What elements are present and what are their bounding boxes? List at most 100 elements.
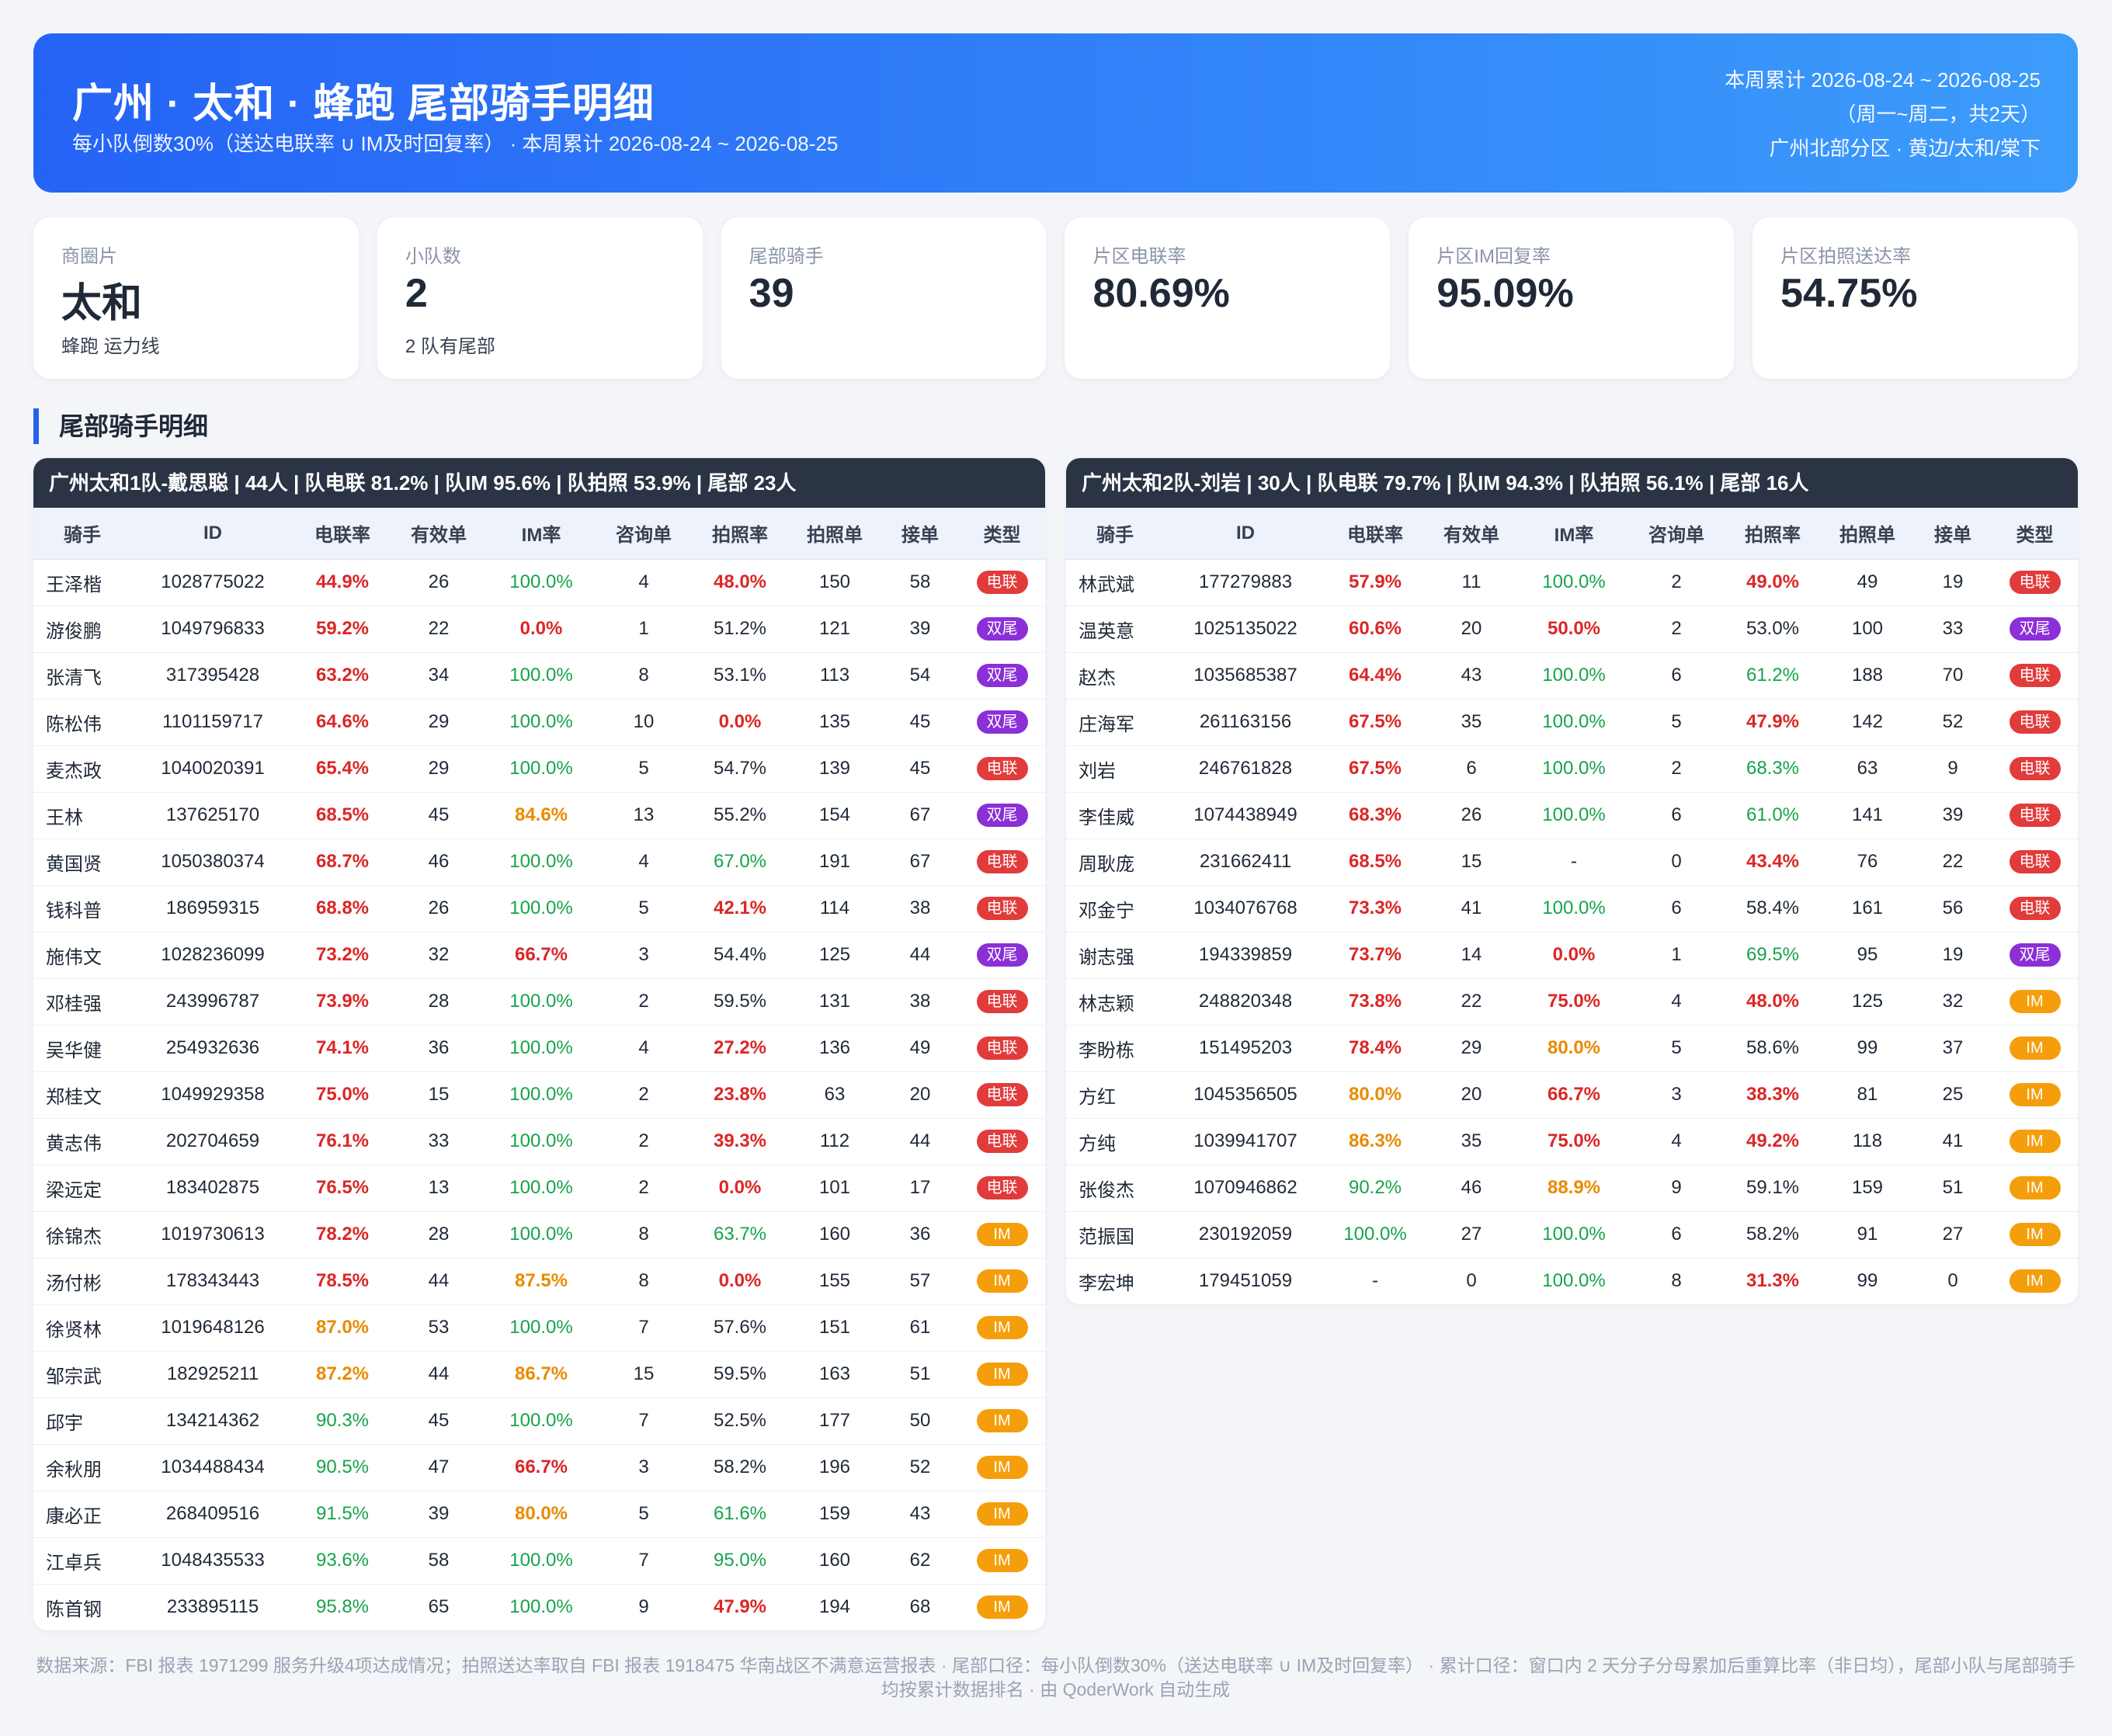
- cell-consult-orders: 2: [596, 1165, 692, 1212]
- cell-im-rate: 100.0%: [1520, 1211, 1628, 1259]
- cell-im-rate: 86.7%: [487, 1351, 596, 1398]
- page-subtitle: 每小队倒数30%（送达电联率 ∪ IM及时回复率） · 本周累计 2026-08…: [72, 132, 839, 155]
- cell-consult-orders: 6: [1628, 1211, 1725, 1259]
- type-cell: 电联: [1992, 885, 2078, 932]
- rider-name: 黄志伟: [33, 1118, 131, 1165]
- cell-photo-orders: 141: [1821, 792, 1914, 839]
- cell-photo-orders: 159: [1821, 1165, 1914, 1212]
- cell-photo-orders: 49: [1821, 559, 1914, 606]
- cell-id: 179451059: [1198, 1270, 1293, 1292]
- cell-consult-orders: 4: [596, 559, 692, 606]
- rider-name: 王泽楷: [33, 559, 131, 606]
- table-row: 周耿庞 231662411 68.5% 15-0 43.4% 76 22 电联: [1066, 838, 2078, 886]
- cell-im-rate: 100.0%: [487, 1397, 596, 1445]
- cell-accepted-orders: 45: [881, 745, 959, 793]
- cell-im-rate: 100.0%: [487, 1211, 596, 1259]
- cell-photo-orders: 81: [1821, 1071, 1914, 1119]
- cell-photo-orders: 139: [788, 745, 881, 793]
- type-cell: IM: [959, 1397, 1045, 1445]
- column-header: IM率: [487, 508, 596, 560]
- cell-photo-rate: 61.2%: [1725, 652, 1821, 700]
- type-cell: 电联: [1992, 559, 2078, 606]
- table-row: 谢志强 194339859 73.7% 14 0.0% 1 69.5% 95 19 双尾: [1066, 932, 2078, 979]
- cell-photo-orders: 188: [1821, 652, 1914, 700]
- cell-valid-orders: 20: [1423, 1071, 1520, 1119]
- cell-call-rate: 76.5%: [294, 1165, 391, 1212]
- cell-consult-orders: 15: [596, 1351, 692, 1398]
- cell-im-rate: 87.5%: [487, 1258, 596, 1305]
- cell-id: 1045356505: [1164, 1071, 1327, 1119]
- cell-consult-orders: 3: [596, 1444, 692, 1491]
- cell-id: 1101159717: [131, 699, 294, 746]
- cell-valid-orders: 47: [391, 1444, 487, 1491]
- cell-call-rate: 44.9%: [294, 559, 391, 606]
- cell-photo-orders: 142: [1821, 699, 1914, 746]
- cell-call-rate: 74.1%: [294, 1025, 391, 1072]
- cell-valid-orders: 11: [1423, 559, 1520, 606]
- cell-accepted-orders: 32: [1914, 978, 1992, 1026]
- cell-photo-rate: 43.4%: [1725, 838, 1821, 886]
- cell-call-rate: 75.0%: [294, 1071, 391, 1119]
- cell-call-rate: 68.3%: [1327, 792, 1423, 839]
- cell-accepted-orders: 44: [881, 932, 959, 979]
- cell-valid-orders: 13: [391, 1165, 487, 1212]
- cell-call-rate: 73.7%: [1327, 932, 1423, 979]
- cell-consult-orders: 0: [1628, 838, 1725, 886]
- type-badge: 电联: [976, 1130, 1028, 1153]
- cell-photo-rate: 51.2%: [692, 606, 788, 653]
- cell-id: 231662411: [1164, 838, 1327, 886]
- cell-photo-orders: 63: [788, 1071, 881, 1119]
- cell-photo-orders: 194: [818, 1596, 851, 1618]
- cell-accepted-orders: 36: [881, 1211, 959, 1259]
- cell-im-rate: 100.0%: [487, 1071, 596, 1119]
- card-note: 蜂跑 运力线: [61, 336, 160, 357]
- cell-photo-orders: 163: [788, 1351, 881, 1398]
- type-badge: IM: [976, 1456, 1028, 1479]
- type-badge: 双尾: [976, 617, 1028, 641]
- cell-call-rate: 64.6%: [294, 699, 391, 746]
- cell-consult-orders: 3: [596, 932, 692, 979]
- cell-id: 1049796833: [131, 606, 294, 653]
- cell-photo-rate: 58.4%: [1725, 885, 1821, 932]
- rider-name: 徐贤林: [33, 1304, 131, 1352]
- table-row: 黄志伟 202704659 76.1% 33 100.0% 2 39.3% 112 44 电联: [33, 1118, 1045, 1165]
- cell-im-rate: 80.0%: [487, 1491, 596, 1538]
- type-cell: IM: [959, 1258, 1045, 1305]
- table-row: 陈首钢 233895115 95.8% 65 100.0% 9 47.9% 194 68 IM: [33, 1584, 1045, 1630]
- type-badge: 电联: [2009, 710, 2061, 734]
- type-cell: 电联: [959, 978, 1045, 1026]
- cell-id: 246761828: [1164, 745, 1327, 793]
- card-value: 2: [405, 271, 428, 316]
- cell-accepted-orders: 52: [881, 1444, 959, 1491]
- rider-name: 庄海军: [1066, 699, 1164, 746]
- rider-table: 骑手 ID 电联率 有效单 IM率 咨询单 拍照率 拍照单 接单 类型 王泽楷 1028775022…: [33, 508, 1045, 1630]
- table-row: 游俊鹏 1049796833 59.2% 22 0.0% 1 51.2% 121 39 双尾: [33, 606, 1045, 653]
- cell-call-rate: 60.6%: [1327, 606, 1423, 653]
- table-row: 汤付彬 178343443 78.5% 44 87.5% 8 0.0% 155 57 IM: [33, 1258, 1045, 1305]
- cell-call-rate: 93.6%: [294, 1537, 391, 1585]
- cell-im-rate: 100.0%: [487, 745, 596, 793]
- rider-name: 郑桂文: [33, 1071, 131, 1119]
- rider-name: 梁远定: [33, 1165, 131, 1212]
- cell-im-rate: 100.0%: [487, 559, 596, 606]
- rider-table: 骑手 ID 电联率 有效单 IM率 咨询单 拍照率 拍照单 接单 类型 林武斌 177279883 5…: [1066, 508, 2078, 1304]
- cell-call-rate: 87.0%: [294, 1304, 391, 1352]
- cell-id: 1025135022: [1164, 606, 1327, 653]
- cell-valid-orders: 0: [1466, 1270, 1477, 1292]
- column-header: 接单: [1914, 508, 1992, 560]
- cell-call-rate: 73.8%: [1327, 978, 1423, 1026]
- table-row: 江卓兵 1048435533 93.6% 58 100.0% 7 95.0% 160 62 IM: [33, 1537, 1045, 1585]
- cell-accepted-orders: 37: [1914, 1025, 1992, 1072]
- cell-photo-rate: 31.3%: [1746, 1270, 1800, 1292]
- cell-photo-orders: 154: [788, 792, 881, 839]
- cell-id: 248820348: [1164, 978, 1327, 1026]
- cell-photo-orders: 91: [1821, 1211, 1914, 1259]
- cell-valid-orders: 39: [391, 1491, 487, 1538]
- cell-accepted-orders: 39: [881, 606, 959, 653]
- table-row: 王林 137625170 68.5% 45 84.6% 13 55.2% 154 67 双尾: [33, 792, 1045, 839]
- cell-photo-orders: 196: [788, 1444, 881, 1491]
- column-header: 咨询单: [1628, 508, 1725, 560]
- table-row: 庄海军 261163156 67.5% 35 100.0% 5 47.9% 142 52 电联: [1066, 699, 2078, 746]
- cell-im-rate: 0.0%: [487, 606, 596, 653]
- cell-im-rate: 100.0%: [1542, 1270, 1606, 1292]
